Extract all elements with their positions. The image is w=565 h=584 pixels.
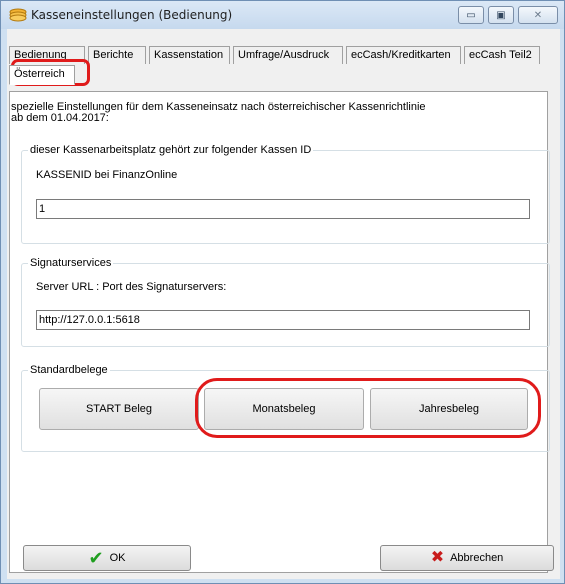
tab-eccash-kreditkarten[interactable]: ecCash/Kreditkarten (346, 46, 461, 64)
description-text: spezielle Einstellungen für dem Kassenei… (11, 102, 531, 124)
ok-button[interactable]: ✔ OK (23, 545, 191, 571)
kassen-id-group: dieser Kassenarbeitsplatz gehört zur fol… (21, 144, 550, 244)
maximize-button[interactable]: ▣ (488, 6, 514, 24)
server-url-label: Server URL : Port des Signaturservers: (36, 281, 227, 293)
window-title: Kasseneinstellungen (Bedienung) (31, 8, 233, 22)
tab-eccash-teil2[interactable]: ecCash Teil2 (464, 46, 540, 64)
kassen-id-group-legend: dieser Kassenarbeitsplatz gehört zur fol… (28, 144, 314, 156)
server-url-input[interactable]: http://127.0.0.1:5618 (36, 310, 530, 330)
coins-icon (9, 8, 27, 22)
ok-button-label: OK (109, 552, 126, 564)
checkmark-icon: ✔ (88, 548, 104, 568)
tab-oesterreich[interactable]: Österreich (9, 65, 75, 85)
signaturservices-group-legend: Signaturservices (28, 257, 114, 269)
x-icon: ✖ (430, 549, 445, 566)
cancel-button-label: Abbrechen (450, 552, 504, 564)
minimize-button[interactable]: ▭ (458, 6, 484, 24)
tab-berichte[interactable]: Berichte (88, 46, 146, 64)
kassenid-input[interactable]: 1 (36, 199, 530, 219)
title-bar[interactable]: Kasseneinstellungen (Bedienung) ▭ ▣ ✕ (1, 1, 564, 29)
description-line-2: ab dem 01.04.2017: (11, 112, 109, 124)
cancel-button[interactable]: ✖ Abbrechen (380, 545, 554, 571)
signaturservices-group: Signaturservices Server URL : Port des S… (21, 257, 550, 347)
tab-kassenstation[interactable]: Kassenstation (149, 46, 230, 64)
standardbelege-group-legend: Standardbelege (28, 364, 110, 376)
tab-umfrage-ausdruck[interactable]: Umfrage/Ausdruck (233, 46, 343, 64)
highlight-beleg-buttons (195, 378, 541, 438)
close-button[interactable]: ✕ (518, 6, 558, 24)
kassenid-label: KASSENID bei FinanzOnline (36, 169, 178, 181)
dialog-window: Kasseneinstellungen (Bedienung) ▭ ▣ ✕ Be… (0, 0, 565, 584)
start-beleg-button[interactable]: START Beleg (39, 388, 199, 430)
